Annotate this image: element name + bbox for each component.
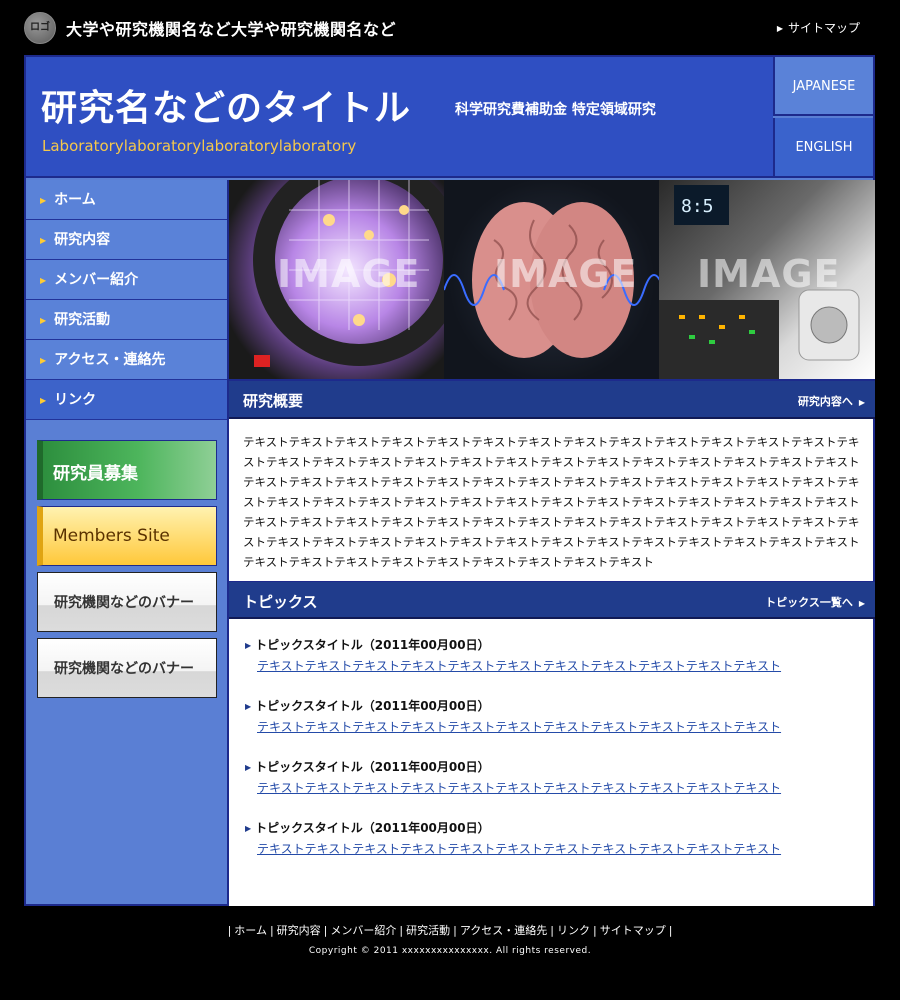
nav-item-label: 研究活動: [54, 312, 111, 328]
topics-section-header: トピックス トピックス一覧へ ▶: [229, 581, 875, 619]
nav-item-label: ホーム: [54, 192, 96, 208]
topics-link-label: トピックス一覧へ: [765, 596, 853, 609]
hero-image-lab: IMAGE: [229, 180, 444, 379]
topic-title: ▶ トピックスタイトル（2011年00月00日）: [245, 696, 865, 717]
site-title: 研究名などのタイトル: [41, 88, 412, 129]
triangle-right-icon: ▶: [40, 236, 47, 245]
hero-caption: IMAGE: [697, 252, 841, 296]
banner-label: 研究員募集: [53, 464, 138, 484]
triangle-right-icon: ▶: [245, 763, 252, 772]
svg-text:8:5: 8:5: [681, 196, 714, 217]
org-name: 大学や研究機関名など大学や研究機関名など: [66, 20, 397, 39]
triangle-right-icon: ▶: [245, 702, 252, 711]
triangle-right-icon: ▶: [40, 356, 47, 365]
nav-item-members[interactable]: ▶ メンバー紹介: [26, 260, 227, 300]
nav-item-links[interactable]: ▶ リンク: [26, 380, 227, 420]
topic-item: ▶ トピックスタイトル（2011年00月00日） テキストテキストテキストテキスト…: [245, 757, 865, 798]
site-subtitle: 科学研究費補助金 特定領域研究: [455, 102, 656, 118]
footer-link-research[interactable]: 研究内容: [277, 924, 321, 937]
topic-item: ▶ トピックスタイトル（2011年00月00日） テキストテキストテキストテキスト…: [245, 818, 865, 859]
triangle-right-icon: ▶: [245, 641, 252, 650]
footer-link-links[interactable]: リンク: [557, 924, 590, 937]
sitemap-link[interactable]: ▶ サイトマップ: [777, 19, 860, 36]
lang-english-button[interactable]: ENGLISH: [773, 118, 873, 178]
footer-link-sitemap[interactable]: サイトマップ: [600, 924, 666, 937]
about-section-header: 研究概要 研究内容へ ▶: [229, 381, 875, 419]
triangle-right-icon: ▶: [40, 276, 47, 285]
triangle-right-icon: ▶: [245, 824, 252, 833]
topic-title: ▶ トピックスタイトル（2011年00月00日）: [245, 635, 865, 656]
institution-banner-2[interactable]: 研究機関などのバナー: [37, 638, 217, 698]
banner-label: 研究機関などのバナー: [54, 661, 194, 677]
top-bar: ロゴ 大学や研究機関名など大学や研究機関名など ▶ サイトマップ: [0, 0, 900, 55]
nav-item-home[interactable]: ▶ ホーム: [26, 180, 227, 220]
side-nav: ▶ ホーム ▶ 研究内容 ▶ メンバー紹介 ▶ 研究活動 ▶ アクセス・連絡先 ▶ リンク: [26, 180, 227, 420]
banner-list: 研究員募集 Members Site 研究機関などのバナー 研究機関などのバナー: [37, 440, 217, 704]
triangle-right-icon: ▶: [40, 196, 47, 205]
header: 研究名などのタイトル 科学研究費補助金 特定領域研究 Laboratorylab…: [26, 57, 773, 178]
topic-link[interactable]: テキストテキストテキストテキストテキストテキストテキストテキストテキストテキスト…: [257, 717, 865, 737]
topics-more-link[interactable]: トピックス一覧へ ▶: [765, 594, 865, 610]
banner-label: 研究機関などのバナー: [54, 595, 194, 611]
hero-image-equipment: 8:5 IMAGE: [659, 180, 875, 379]
logo[interactable]: ロゴ: [24, 12, 56, 44]
lab-name: Laboratorylaboratorylaboratorylaboratory: [42, 137, 357, 155]
triangle-right-icon: ▶: [40, 316, 47, 325]
triangle-right-icon: ▶: [858, 398, 865, 407]
hero-image-brain: IMAGE: [444, 180, 659, 379]
banner-label: Members Site: [53, 526, 170, 546]
hero-caption: IMAGE: [277, 252, 421, 296]
nav-item-label: リンク: [54, 392, 97, 408]
topic-item: ▶ トピックスタイトル（2011年00月00日） テキストテキストテキストテキスト…: [245, 635, 865, 676]
hero-caption: IMAGE: [494, 252, 638, 296]
sitemap-label: サイトマップ: [787, 21, 860, 35]
triangle-right-icon: ▶: [40, 396, 47, 405]
about-title: 研究概要: [243, 392, 304, 410]
hero-image-strip: IMAGE IMAGE 8:5 IMAGE: [229, 180, 875, 381]
about-more-link[interactable]: 研究内容へ ▶: [798, 393, 865, 409]
nav-item-research[interactable]: ▶ 研究内容: [26, 220, 227, 260]
main-frame: 研究名などのタイトル 科学研究費補助金 特定領域研究 Laboratorylab…: [24, 55, 875, 906]
nav-item-activities[interactable]: ▶ 研究活動: [26, 300, 227, 340]
nav-item-label: メンバー紹介: [54, 272, 139, 288]
topic-link[interactable]: テキストテキストテキストテキストテキストテキストテキストテキストテキストテキスト…: [257, 656, 865, 676]
topics-title: トピックス: [243, 593, 318, 611]
topic-item: ▶ トピックスタイトル（2011年00月00日） テキストテキストテキストテキスト…: [245, 696, 865, 737]
triangle-right-icon: ▶: [858, 599, 865, 608]
nav-item-label: 研究内容: [54, 232, 111, 248]
footer-link-activities[interactable]: 研究活動: [406, 924, 450, 937]
about-text: テキストテキストテキストテキストテキストテキストテキストテキストテキストテキスト…: [243, 435, 860, 569]
topic-link[interactable]: テキストテキストテキストテキストテキストテキストテキストテキストテキストテキスト…: [257, 778, 865, 798]
nav-item-label: アクセス・連絡先: [54, 352, 166, 368]
about-link-label: 研究内容へ: [797, 395, 853, 408]
footer-nav: | ホーム | 研究内容 | メンバー紹介 | 研究活動 | アクセス・連絡先 | リンク | サイトマッ…: [227, 924, 673, 937]
lang-japanese-button[interactable]: JAPANESE: [773, 57, 873, 116]
institution-banner-1[interactable]: 研究機関などのバナー: [37, 572, 217, 632]
footer-link-home[interactable]: ホーム: [234, 924, 267, 937]
recruit-banner[interactable]: 研究員募集: [37, 440, 217, 500]
copyright: Copyright © 2011 xxxxxxxxxxxxxxx. All ri…: [308, 946, 592, 956]
members-site-banner[interactable]: Members Site: [37, 506, 217, 566]
topic-title: ▶ トピックスタイトル（2011年00月00日）: [245, 818, 865, 839]
footer-link-access[interactable]: アクセス・連絡先: [460, 924, 547, 937]
main-content: IMAGE IMAGE 8:5 IMAGE 研究概要 研究内容へ ▶ テキストテ…: [227, 180, 875, 906]
nav-item-access[interactable]: ▶ アクセス・連絡先: [26, 340, 227, 380]
topic-link[interactable]: テキストテキストテキストテキストテキストテキストテキストテキストテキストテキスト…: [257, 839, 865, 859]
triangle-right-icon: ▶: [776, 24, 783, 33]
topic-title: ▶ トピックスタイトル（2011年00月00日）: [245, 757, 865, 778]
topics-list: ▶ トピックスタイトル（2011年00月00日） テキストテキストテキストテキスト…: [245, 635, 865, 879]
footer-link-members[interactable]: メンバー紹介: [330, 924, 396, 937]
